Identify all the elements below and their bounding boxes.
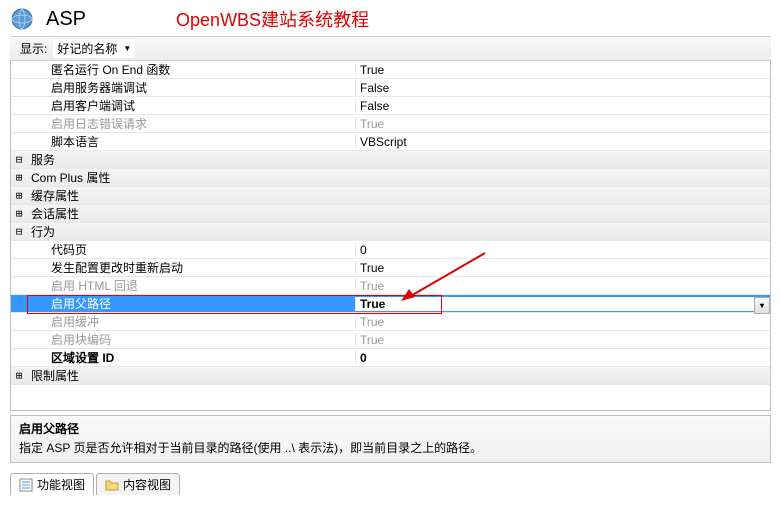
property-row[interactable]: 启用缓冲True — [11, 313, 770, 331]
property-key: 区域设置 ID — [27, 349, 355, 366]
desc-title: 启用父路径 — [19, 420, 762, 437]
group-row[interactable]: ⊞Com Plus 属性 — [11, 169, 770, 187]
property-value[interactable]: True — [355, 333, 770, 347]
tab-features[interactable]: 功能视图 — [10, 473, 94, 495]
property-key: 代码页 — [27, 241, 355, 258]
property-key: 会话属性 — [27, 205, 355, 222]
expand-collapse-icon[interactable]: ⊞ — [11, 172, 27, 184]
tab-content-label: 内容视图 — [123, 476, 171, 493]
property-value[interactable]: True — [355, 315, 770, 329]
chevron-down-icon: ▼ — [123, 44, 131, 53]
group-row[interactable]: ⊞缓存属性 — [11, 187, 770, 205]
property-key: 启用父路径 — [27, 295, 355, 312]
property-key: 启用块编码 — [27, 331, 355, 348]
property-value[interactable]: False — [355, 99, 770, 113]
property-row[interactable]: 启用服务器端调试False — [11, 79, 770, 97]
property-key: 脚本语言 — [27, 133, 355, 150]
property-row[interactable]: 代码页0 — [11, 241, 770, 259]
property-value[interactable]: False — [355, 81, 770, 95]
expand-collapse-icon[interactable]: ⊞ — [11, 208, 27, 220]
property-key: 启用客户端调试 — [27, 97, 355, 114]
overlay-watermark: OpenWBS建站系统教程 — [176, 6, 369, 32]
property-row[interactable]: 脚本语言VBScript — [11, 133, 770, 151]
list-icon — [19, 478, 33, 492]
description-panel: 启用父路径 指定 ASP 页是否允许相对于当前目录的路径(使用 ..\ 表示法)… — [10, 415, 771, 463]
property-key: 匿名运行 On End 函数 — [27, 61, 355, 78]
property-row[interactable]: 启用父路径True▾ — [11, 295, 770, 313]
property-key: Com Plus 属性 — [27, 169, 355, 186]
expand-collapse-icon[interactable]: ⊟ — [11, 154, 27, 166]
desc-text: 指定 ASP 页是否允许相对于当前目录的路径(使用 ..\ 表示法)，即当前目录… — [19, 439, 762, 456]
group-row[interactable]: ⊞限制属性 — [11, 367, 770, 385]
tab-content[interactable]: 内容视图 — [96, 473, 180, 495]
group-row[interactable]: ⊟服务 — [11, 151, 770, 169]
property-value[interactable]: True — [355, 117, 770, 131]
dropdown-value: 好记的名称 — [57, 40, 117, 57]
header: ASP OpenWBS建站系统教程 — [0, 0, 781, 36]
property-row[interactable]: 区域设置 ID0 — [11, 349, 770, 367]
group-row[interactable]: ⊟行为 — [11, 223, 770, 241]
property-value[interactable]: True — [355, 63, 770, 77]
toolbar: 显示: 好记的名称 ▼ — [10, 36, 771, 61]
asp-globe-icon — [10, 7, 34, 31]
property-key: 启用 HTML 回退 — [27, 277, 355, 294]
property-row[interactable]: 启用 HTML 回退True — [11, 277, 770, 295]
property-key: 启用日志错误请求 — [27, 115, 355, 132]
property-key: 启用服务器端调试 — [27, 79, 355, 96]
property-key: 行为 — [27, 223, 355, 240]
value-dropdown-button[interactable]: ▾ — [754, 297, 770, 314]
expand-collapse-icon[interactable]: ⊞ — [11, 190, 27, 202]
property-key: 限制属性 — [27, 367, 355, 384]
property-value[interactable]: VBScript — [355, 135, 770, 149]
property-key: 服务 — [27, 151, 355, 168]
property-row[interactable]: 启用块编码True — [11, 331, 770, 349]
page-title: ASP — [46, 8, 86, 31]
expand-collapse-icon[interactable]: ⊞ — [11, 370, 27, 382]
property-grid: 匿名运行 On End 函数True启用服务器端调试False启用客户端调试Fa… — [10, 61, 771, 411]
folder-icon — [105, 478, 119, 492]
property-row[interactable]: 启用日志错误请求True — [11, 115, 770, 133]
group-row[interactable]: ⊞会话属性 — [11, 205, 770, 223]
tab-features-label: 功能视图 — [37, 476, 85, 493]
property-value[interactable]: 0 — [355, 351, 770, 365]
property-row[interactable]: 发生配置更改时重新启动True — [11, 259, 770, 277]
arrow-annotation — [399, 249, 489, 305]
property-key: 启用缓冲 — [27, 313, 355, 330]
display-dropdown[interactable]: 好记的名称 ▼ — [53, 39, 135, 58]
display-label: 显示: — [20, 40, 47, 57]
property-key: 缓存属性 — [27, 187, 355, 204]
view-tabs: 功能视图 内容视图 — [10, 473, 771, 495]
property-row[interactable]: 匿名运行 On End 函数True — [11, 61, 770, 79]
property-key: 发生配置更改时重新启动 — [27, 259, 355, 276]
expand-collapse-icon[interactable]: ⊟ — [11, 226, 27, 238]
property-row[interactable]: 启用客户端调试False — [11, 97, 770, 115]
